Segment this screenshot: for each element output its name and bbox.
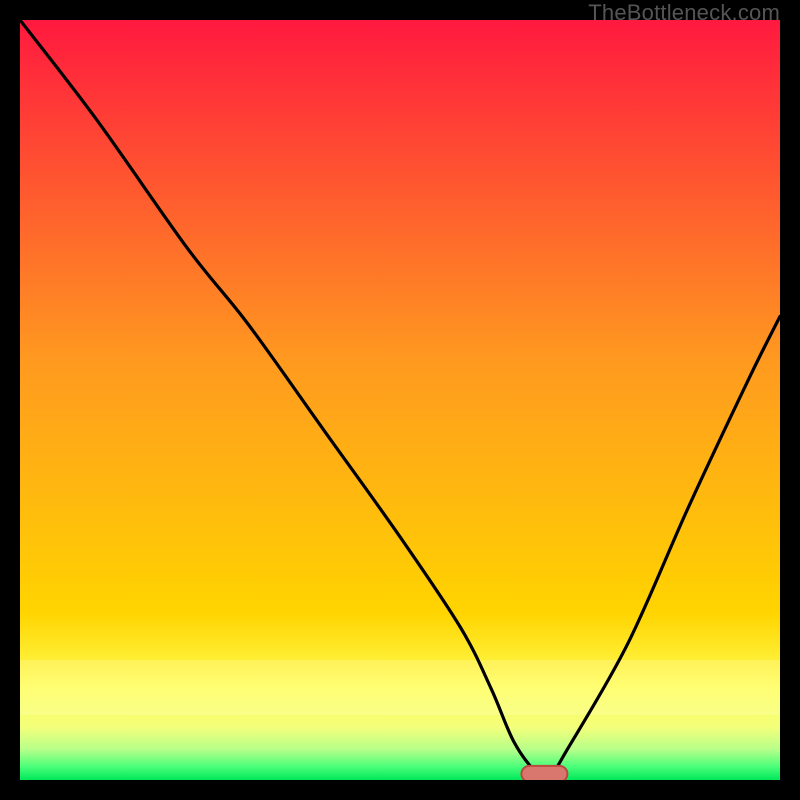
pale-band	[20, 660, 780, 715]
chart-frame: TheBottleneck.com	[0, 0, 800, 800]
plot-area	[20, 20, 780, 780]
optimal-marker	[521, 766, 567, 780]
chart-svg	[20, 20, 780, 780]
